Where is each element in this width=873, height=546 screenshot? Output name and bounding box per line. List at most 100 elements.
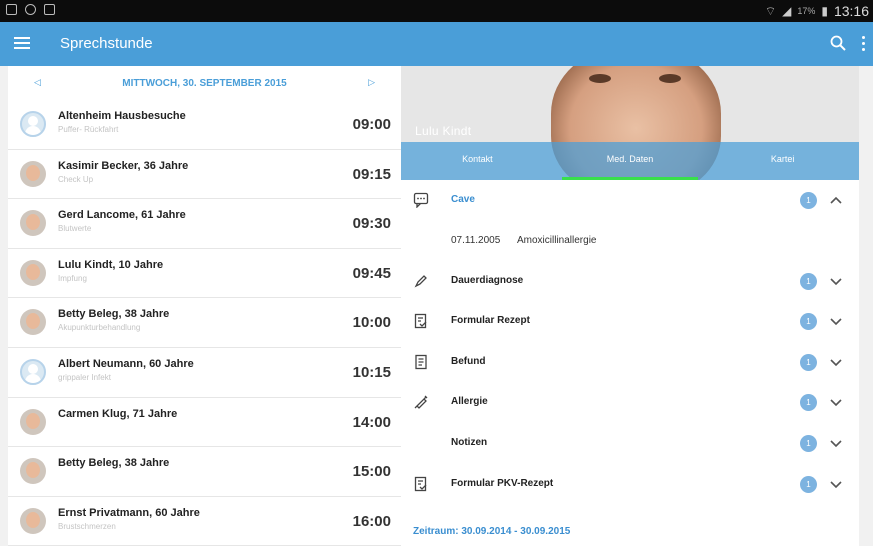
appointment-name: Betty Beleg, 38 Jahre [58,457,170,470]
clock: 13:16 [833,3,869,19]
image-icon [44,4,55,15]
appointment-time: 10:00 [352,314,391,332]
avatar [20,507,46,534]
appointment-time: 09:30 [352,215,391,233]
next-day-button[interactable]: ▷ [368,77,375,88]
screenshot-icon [6,4,17,15]
tab-kartei[interactable]: Kartei [706,142,859,180]
appointment-reason: grippaler Infekt [58,372,111,382]
chevron-down-icon[interactable] [829,436,843,450]
chevron-down-icon[interactable] [829,395,843,409]
appointment-reason: Check Up [58,174,94,184]
count-badge: 1 [800,313,817,331]
section-row[interactable]: Formular Rezept 1 [401,301,859,342]
med-sections: Dauerdiagnose 1 Formular Rezept 1 Befund 1 All… [401,261,859,505]
patient-name: Lulu Kindt [415,124,472,138]
appointment-row[interactable]: Albert Neumann, 60 Jahre grippaler Infekt… [8,348,401,398]
avatar [20,210,46,237]
appointment-time: 14:00 [352,413,391,431]
avatar [20,111,46,137]
appointment-name: Kasimir Becker, 36 Jahre [58,159,189,172]
syringe-icon [414,395,428,410]
appointment-name: Ernst Privatmann, 60 Jahre [58,506,200,519]
app-title: Sprechstunde [60,35,153,52]
avatar [20,259,46,286]
appointment-list-pane: ◁ MITTWOCH, 30. SEPTEMBER 2015 ▷ Altenhe… [8,66,401,546]
tab-med-daten[interactable]: Med. Daten [554,142,707,180]
cave-entry-date: 07.11.2005 [451,234,501,246]
section-row[interactable]: Notizen 1 [401,423,859,464]
appointment-row[interactable]: Carmen Klug, 71 Jahre 14:00 [8,398,401,448]
chat-alert-icon [413,192,429,208]
patient-header: Lulu Kindt Kontakt Med. Daten Kartei [401,66,859,180]
appointment-reason: Blutwerte [58,224,92,234]
avatar [20,160,46,187]
chevron-up-icon[interactable] [829,193,843,207]
appointment-name: Lulu Kindt, 10 Jahre [58,258,164,271]
cave-entry: 07.11.2005 Amoxicillinallergie [401,221,859,261]
section-label: Cave [451,194,475,205]
appointment-reason: Impfung [58,273,87,283]
appointment-name: Betty Beleg, 38 Jahre [58,308,170,321]
document-icon [415,354,427,369]
appointment-name: Albert Neumann, 60 Jahre [58,357,194,370]
pen-icon [414,274,427,288]
appointment-row[interactable]: Betty Beleg, 38 Jahre 15:00 [8,447,401,497]
section-cave[interactable]: Cave 1 [401,180,859,221]
section-label: Befund [451,355,486,367]
search-icon[interactable] [830,35,846,51]
chevron-down-icon[interactable] [829,477,843,491]
avatar [20,358,46,385]
count-badge: 1 [800,353,817,371]
section-row[interactable]: Allergie 1 [401,382,859,423]
appointment-time: 09:45 [352,264,391,282]
appointment-list: Altenheim Hausbesuche Puffer- Rückfahrt 09… [8,100,401,546]
section-row[interactable]: Formular PKV-Rezept 1 [401,464,859,505]
avatar [20,408,46,435]
period-range: Zeitraum: 30.09.2014 - 30.09.2015 [413,526,571,537]
menu-icon[interactable] [14,34,30,54]
chevron-down-icon[interactable] [829,314,843,328]
section-row[interactable]: Befund 1 [401,342,859,383]
appointment-reason: Brustschmerzen [58,521,116,531]
section-label: Allergie [451,396,488,408]
appointment-row[interactable]: Ernst Privatmann, 60 Jahre Brustschmerzen… [8,497,401,546]
prescription-form-icon [414,476,427,491]
prescription-form-icon [414,314,427,329]
notification-icon [25,4,36,15]
avatar [20,458,46,485]
appointment-reason: Akupunkturbehandlung [58,323,141,333]
battery-percent: 17% [797,6,816,16]
appointment-row[interactable]: Gerd Lancome, 61 Jahre Blutwerte 09:30 [8,199,401,249]
count-badge: 1 [800,394,817,412]
section-label: Formular Rezept [451,315,530,327]
signal-icon: ◢ [782,4,792,18]
appointment-time: 09:00 [352,116,391,133]
appointment-time: 16:00 [352,512,391,530]
date-navigation: ◁ MITTWOCH, 30. SEPTEMBER 2015 ▷ [8,66,401,100]
section-row[interactable]: Dauerdiagnose 1 [401,261,859,302]
appointment-time: 15:00 [352,463,391,481]
section-label: Formular PKV-Rezept [451,477,554,489]
appointment-row[interactable]: Altenheim Hausbesuche Puffer- Rückfahrt 09… [8,100,401,150]
appointment-time: 09:15 [352,165,391,183]
current-date: MITTWOCH, 30. SEPTEMBER 2015 [122,78,287,89]
appointment-row[interactable]: Kasimir Becker, 36 Jahre Check Up 09:15 [8,150,401,200]
detail-tabs: Kontakt Med. Daten Kartei [401,142,859,180]
cave-entry-text: Amoxicillinallergie [517,234,597,246]
chevron-down-icon[interactable] [829,355,843,369]
appointment-row[interactable]: Betty Beleg, 38 Jahre Akupunkturbehandlun… [8,298,401,348]
app-bar: Sprechstunde [0,22,873,66]
chevron-down-icon[interactable] [829,274,843,288]
count-badge: 1 [800,475,817,493]
appointment-time: 10:15 [352,363,391,381]
wifi-icon: ⌔ [764,3,777,18]
appointment-name: Gerd Lancome, 61 Jahre [58,209,186,222]
appointment-reason: Puffer- Rückfahrt [58,125,119,134]
notification-icons [6,4,55,15]
overflow-menu-icon[interactable] [861,36,867,52]
tab-kontakt[interactable]: Kontakt [401,142,554,180]
section-label: Notizen [451,436,488,448]
appointment-row[interactable]: Lulu Kindt, 10 Jahre Impfung 09:45 [8,249,401,299]
section-label: Dauerdiagnose [451,274,524,286]
